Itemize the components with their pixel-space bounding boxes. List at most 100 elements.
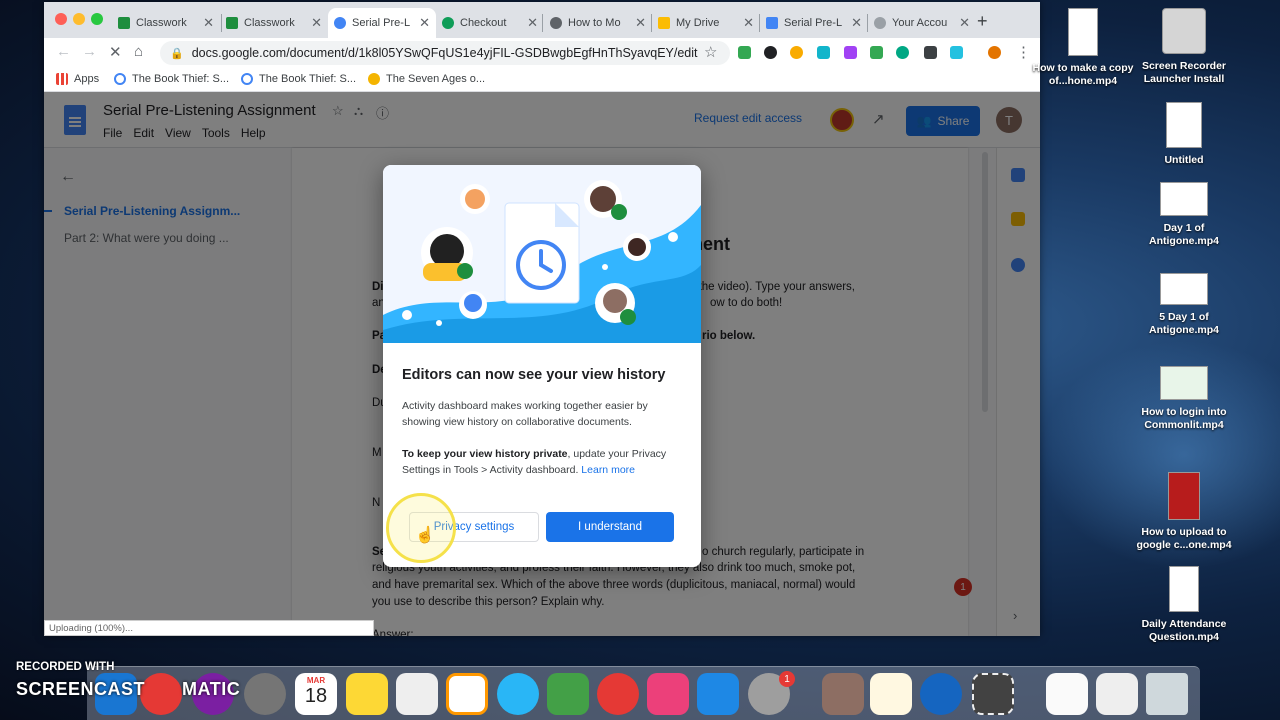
extension-icon[interactable]	[764, 46, 777, 59]
bookmark-item[interactable]: The Seven Ages o...	[368, 73, 485, 85]
downloads-icon[interactable]	[1096, 673, 1138, 715]
browser-tab[interactable]: Checkout ✕	[436, 8, 544, 38]
lock-icon: 🔒	[170, 47, 184, 60]
extension-icon[interactable]	[738, 46, 751, 59]
extension-icon[interactable]	[924, 46, 937, 59]
close-tab-icon[interactable]: ✕	[311, 15, 322, 31]
desktop-file[interactable]: 5 Day 1 of Antigone.mp4	[1129, 273, 1239, 337]
desktop-file[interactable]: Day 1 of Antigone.mp4	[1129, 182, 1239, 248]
bookmarks-bar: Apps The Book Thief: S... The Book Thief…	[44, 68, 1040, 92]
address-bar-row: ← → ✕ ⌂ 🔒 docs.google.com/document/d/1k8…	[44, 38, 1040, 68]
video-thumbnail	[1168, 472, 1200, 520]
photos-icon[interactable]	[446, 673, 488, 715]
maximize-window-button[interactable]	[91, 13, 103, 25]
profile-avatar[interactable]	[988, 46, 1001, 59]
extension-icon[interactable]	[870, 46, 883, 59]
desktop-file-label: How to upload to google c...one.mp4	[1136, 526, 1232, 551]
desktop-file-label: Daily Attendance Question.mp4	[1141, 618, 1227, 643]
upload-status: Uploading (100%)...	[44, 620, 374, 636]
close-tab-icon[interactable]: ✕	[419, 15, 430, 31]
extension-icon[interactable]	[896, 46, 909, 59]
file-thumbnail	[1166, 102, 1202, 148]
facetime-icon[interactable]	[547, 673, 589, 715]
video-thumbnail	[1160, 273, 1208, 305]
stop-loading-icon[interactable]: ✕	[109, 43, 122, 61]
desktop-file[interactable]: How to login into Commonlit.mp4	[1129, 366, 1239, 432]
screenshot-icon[interactable]	[972, 673, 1014, 715]
close-tab-icon[interactable]: ✕	[743, 15, 754, 31]
extension-icon[interactable]	[817, 46, 830, 59]
disk-image-icon	[1162, 8, 1206, 54]
recording-watermark-line1: RECORDED WITH	[16, 661, 115, 673]
desktop-file-label: Screen Recorder Launcher Install	[1141, 60, 1227, 85]
close-tab-icon[interactable]: ✕	[635, 15, 646, 31]
app-store-icon[interactable]	[697, 673, 739, 715]
quicktime-icon[interactable]	[920, 673, 962, 715]
recording-watermark-line2: SCREENCAST MATIC	[16, 679, 240, 700]
bookmark-item[interactable]: The Book Thief: S...	[241, 73, 356, 85]
new-tab-button[interactable]: +	[977, 11, 988, 32]
music-icon[interactable]	[647, 673, 689, 715]
home-icon[interactable]: ⌂	[134, 43, 143, 60]
close-tab-icon[interactable]: ✕	[203, 15, 214, 31]
browser-tab-active[interactable]: Serial Pre-L ✕	[328, 8, 436, 38]
google-icon	[114, 73, 126, 85]
notes-icon[interactable]	[346, 673, 388, 715]
checkout-icon	[442, 17, 454, 29]
browser-tab[interactable]: Classwork ✕	[220, 8, 328, 38]
gradebook-icon[interactable]	[822, 673, 864, 715]
dialog-privacy-text: To keep your view history private, updat…	[402, 446, 684, 478]
minimize-window-button[interactable]	[73, 13, 85, 25]
bookmark-apps[interactable]: Apps	[56, 73, 99, 85]
close-tab-icon[interactable]: ✕	[851, 15, 862, 31]
drive-icon	[658, 17, 670, 29]
dialog-body: Activity dashboard makes working togethe…	[402, 400, 648, 428]
dialog-title: Editors can now see your view history	[402, 367, 666, 383]
browser-tab[interactable]: My Drive ✕	[652, 8, 760, 38]
tab-divider	[542, 14, 543, 32]
close-tab-icon[interactable]: ✕	[527, 15, 538, 31]
desktop-file[interactable]: How to make a copy of...hone.mp4	[1028, 8, 1138, 88]
messages-icon[interactable]	[497, 673, 539, 715]
extension-icon[interactable]	[790, 46, 803, 59]
desktop-file-label: How to login into Commonlit.mp4	[1141, 406, 1227, 431]
close-tab-icon[interactable]: ✕	[959, 15, 970, 31]
extension-icon[interactable]	[844, 46, 857, 59]
forward-arrow-icon[interactable]: →	[82, 43, 97, 60]
back-arrow-icon[interactable]: ←	[56, 43, 71, 60]
reminders-icon[interactable]	[396, 673, 438, 715]
browser-tab[interactable]: Classwork ✕	[112, 8, 220, 38]
calendar-app-icon[interactable]: MAR 18	[295, 673, 337, 715]
collaboration-illustration	[383, 180, 701, 343]
document-stack-icon[interactable]	[1046, 673, 1088, 715]
desktop-file[interactable]: Screen Recorder Launcher Install	[1129, 8, 1239, 86]
desktop-file[interactable]: How to upload to google c...one.mp4	[1129, 472, 1239, 552]
account-icon	[874, 17, 886, 29]
close-window-button[interactable]	[55, 13, 67, 25]
extension-icon[interactable]	[950, 46, 963, 59]
preview-icon[interactable]	[870, 673, 912, 715]
trash-icon[interactable]	[1146, 673, 1188, 715]
docs-icon	[334, 17, 346, 29]
mask-icon	[368, 73, 380, 85]
file-thumbnail	[1068, 8, 1098, 56]
bookmark-star-icon[interactable]: ☆	[704, 43, 717, 61]
learn-more-link[interactable]: Learn more	[581, 464, 635, 476]
browser-tab[interactable]: Your Accou ✕	[868, 8, 976, 38]
docs-icon	[766, 17, 778, 29]
url-text: docs.google.com/document/d/1k8l05YSwQFqU…	[191, 46, 698, 60]
browser-tab[interactable]: How to Mo ✕	[544, 8, 652, 38]
news-icon[interactable]	[597, 673, 639, 715]
browser-tab[interactable]: Serial Pre-L ✕	[760, 8, 868, 38]
i-understand-button[interactable]: I understand	[546, 512, 674, 542]
desktop-file-label: Untitled	[1164, 154, 1204, 166]
desktop-file[interactable]: Daily Attendance Question.mp4	[1129, 566, 1239, 644]
video-thumbnail	[1160, 366, 1208, 400]
bookmark-item[interactable]: The Book Thief: S...	[114, 73, 229, 85]
google-icon	[241, 73, 253, 85]
desktop-file-label: Day 1 of Antigone.mp4	[1149, 222, 1219, 247]
desktop-file[interactable]: Untitled	[1129, 102, 1239, 167]
url-omnibox[interactable]: 🔒 docs.google.com/document/d/1k8l05YSwQF…	[160, 41, 730, 65]
calendar-month: MAR	[306, 676, 326, 685]
launchpad-icon[interactable]	[244, 673, 286, 715]
